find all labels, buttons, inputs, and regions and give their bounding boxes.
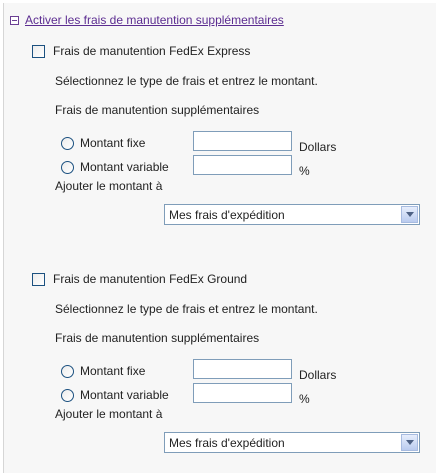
section-header: Activer les frais de manutention supplém… [10, 13, 284, 27]
fixed-amount-label: Montant fixe [80, 136, 146, 150]
chevron-down-icon[interactable] [401, 434, 418, 451]
variable-amount-label: Montant variable [80, 388, 169, 402]
chevron-down-icon[interactable] [401, 206, 418, 223]
add-amount-selected: Mes frais d'expédition [169, 435, 285, 450]
fixed-amount-unit: Dollars [299, 368, 337, 382]
fedex-express-label: Frais de manutention FedEx Express [53, 44, 251, 58]
add-amount-select[interactable]: Mes frais d'expédition [164, 432, 420, 453]
add-amount-label: Ajouter le montant à [55, 179, 163, 193]
fixed-amount-row: Montant fixe [61, 364, 145, 378]
instruction-text: Sélectionnez le type de frais et entrez … [55, 74, 318, 88]
fedex-express-row: Frais de manutention FedEx Express [32, 44, 250, 58]
fixed-amount-row: Montant fixe [61, 136, 145, 150]
fixed-amount-input[interactable] [193, 359, 292, 379]
variable-amount-radio[interactable] [61, 160, 74, 174]
variable-amount-row: Montant variable [61, 388, 169, 402]
add-amount-label: Ajouter le montant à [55, 407, 163, 421]
variable-amount-label: Montant variable [80, 160, 169, 174]
fedex-express-checkbox[interactable] [32, 44, 45, 58]
variable-amount-input[interactable] [193, 383, 292, 403]
fixed-amount-input[interactable] [193, 131, 292, 151]
instruction-text: Sélectionnez le type de frais et entrez … [55, 302, 318, 316]
add-amount-selected: Mes frais d'expédition [169, 207, 285, 222]
variable-amount-unit: % [299, 164, 310, 178]
fixed-amount-label: Montant fixe [80, 364, 146, 378]
collapse-toggle-icon[interactable] [10, 15, 19, 25]
fixed-amount-radio[interactable] [61, 136, 74, 150]
fixed-amount-unit: Dollars [299, 140, 337, 154]
variable-amount-row: Montant variable [61, 160, 169, 174]
handling-subheading: Frais de manutention supplémentaires [55, 331, 260, 345]
handling-subheading: Frais de manutention supplémentaires [55, 103, 260, 117]
add-amount-select[interactable]: Mes frais d'expédition [164, 204, 420, 225]
fedex-ground-checkbox[interactable] [32, 272, 45, 286]
variable-amount-radio[interactable] [61, 388, 74, 402]
variable-amount-unit: % [299, 392, 310, 406]
variable-amount-input[interactable] [193, 155, 292, 175]
handling-fees-panel: Activer les frais de manutention supplém… [3, 3, 436, 473]
fedex-ground-label: Frais de manutention FedEx Ground [53, 272, 248, 286]
enable-handling-fees-link[interactable]: Activer les frais de manutention supplém… [25, 13, 284, 27]
fedex-ground-row: Frais de manutention FedEx Ground [32, 272, 247, 286]
fixed-amount-radio[interactable] [61, 364, 74, 378]
